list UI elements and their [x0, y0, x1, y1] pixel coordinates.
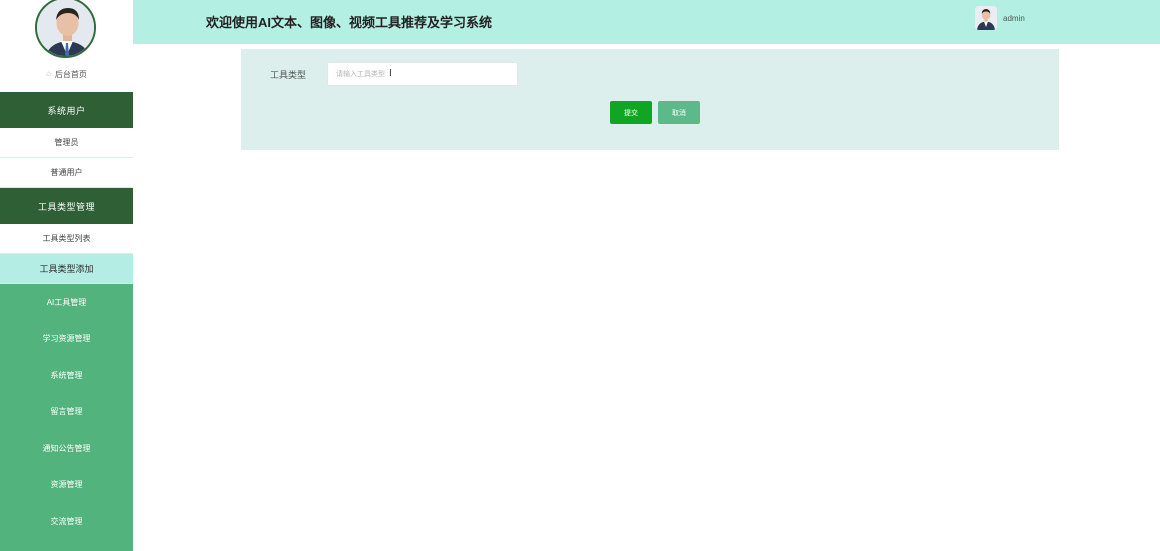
submit-button[interactable]: 提交 [610, 101, 652, 124]
cancel-button[interactable]: 取消 [658, 101, 700, 124]
page-title: 欢迎使用AI文本、图像、视频工具推荐及学习系统 [206, 15, 493, 30]
menu-item-ai-tools[interactable]: AI工具管理 [0, 284, 133, 321]
menu-item-learning-resources[interactable]: 学习资源管理 [0, 321, 133, 358]
menu-item-tool-type-list[interactable]: 工具类型列表 [0, 224, 133, 254]
menu-item-notices[interactable]: 通知公告管理 [0, 430, 133, 467]
app-root: ⌂ 后台首页 系统用户 管理员 普通用户 工具类型管理 工具类型列表 工具类型添… [0, 0, 1160, 551]
user-menu[interactable]: admin [975, 6, 1025, 30]
home-icon: ⌂ [46, 69, 51, 78]
tool-type-input[interactable] [327, 62, 518, 86]
menu-group-tool-types[interactable]: 工具类型管理 [0, 188, 133, 224]
home-label: 后台首页 [54, 69, 87, 79]
user-avatar-icon [975, 6, 997, 30]
text-cursor-icon: I [389, 68, 392, 79]
user-avatar-icon [37, 0, 94, 56]
menu-item-resources[interactable]: 资源管理 [0, 467, 133, 504]
menu-item-system[interactable]: 系统管理 [0, 357, 133, 394]
tool-type-label: 工具类型 [270, 70, 307, 80]
home-link[interactable]: ⌂ 后台首页 [0, 66, 133, 82]
username[interactable]: admin [1003, 14, 1025, 23]
menu-item-users[interactable]: 普通用户 [0, 158, 133, 188]
sidebar-profile: ⌂ 后台首页 [0, 0, 133, 92]
menu-group-system-users[interactable]: 系统用户 [0, 92, 133, 128]
tool-type-form: 工具类型 I 提交 取消 [241, 49, 1059, 150]
menu-item-tool-type-add[interactable]: 工具类型添加 [0, 254, 133, 284]
avatar[interactable] [35, 0, 96, 58]
menu-item-messages[interactable]: 留言管理 [0, 394, 133, 431]
menu-item-exchange[interactable]: 交流管理 [0, 503, 133, 540]
sidebar: ⌂ 后台首页 系统用户 管理员 普通用户 工具类型管理 工具类型列表 工具类型添… [0, 0, 133, 551]
menu-item-admins[interactable]: 管理员 [0, 128, 133, 158]
header-avatar[interactable] [975, 6, 997, 30]
top-header: 欢迎使用AI文本、图像、视频工具推荐及学习系统 admin [133, 0, 1160, 44]
